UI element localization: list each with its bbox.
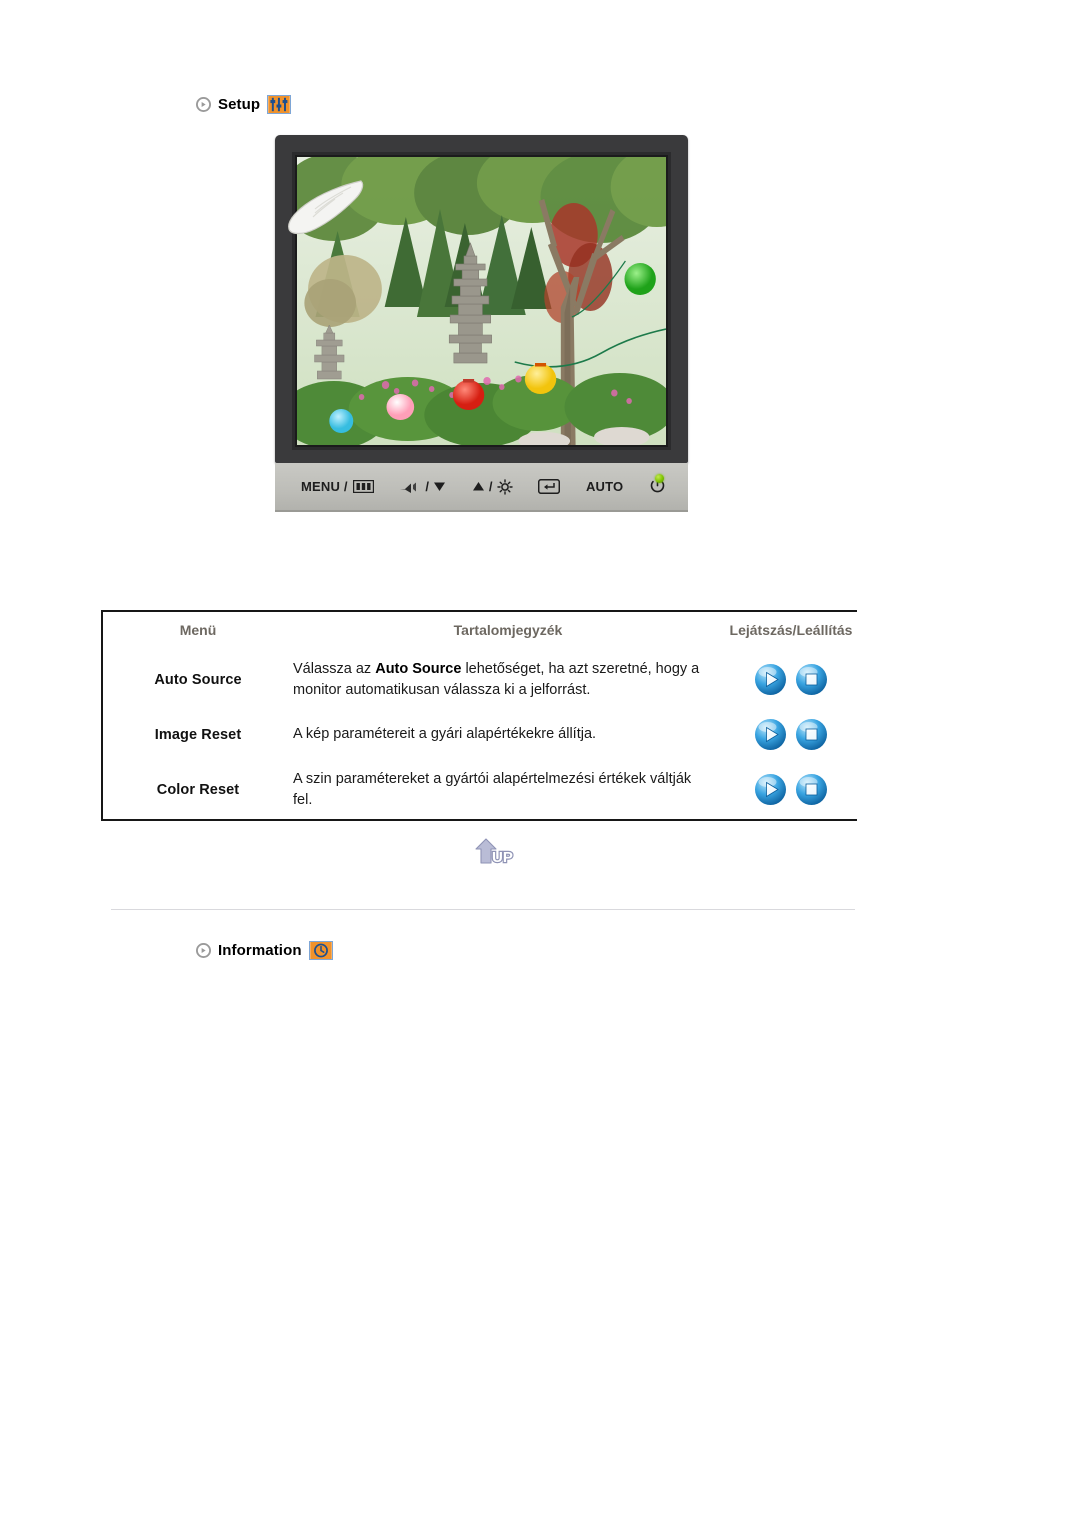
setup-section-heading: Setup xyxy=(196,95,292,114)
information-title: Information xyxy=(218,942,302,959)
table-row: Auto Source Válassza az Auto Source lehe… xyxy=(103,650,859,710)
row-actions-color-reset xyxy=(723,760,859,820)
stop-button[interactable] xyxy=(795,663,828,696)
setup-title: Setup xyxy=(218,96,261,113)
row-actions-image-reset xyxy=(723,709,859,761)
column-header-play-stop: Lejátszás/Leállítás xyxy=(723,612,859,650)
play-button[interactable] xyxy=(754,663,787,696)
garden-photo xyxy=(297,157,666,445)
menu-osd-icon xyxy=(352,480,374,493)
circle-arrow-bullet-icon xyxy=(196,943,211,958)
row-description-color-reset: A szin paramétereket a gyártói alapértel… xyxy=(293,760,723,820)
row-actions-auto-source xyxy=(723,650,859,710)
information-section-heading: Information xyxy=(196,941,333,960)
auto-button[interactable]: AUTO xyxy=(586,479,623,494)
play-button[interactable] xyxy=(754,773,787,806)
power-led xyxy=(655,474,664,483)
setup-options-table: Menü Tartalomjegyzék Lejátszás/Leállítás… xyxy=(101,610,859,822)
setup-sliders-icon xyxy=(267,95,292,114)
circle-arrow-bullet-icon xyxy=(196,97,211,112)
brightness-up-button[interactable]: / xyxy=(472,478,513,495)
information-clock-icon xyxy=(308,941,333,960)
row-label-color-reset: Color Reset xyxy=(103,760,293,820)
desc-pre: Válassza az xyxy=(293,661,376,677)
row-label-auto-source: Auto Source xyxy=(103,650,293,710)
table-header-row: Menü Tartalomjegyzék Lejátszás/Leállítás xyxy=(103,612,859,650)
table-row: Image Reset A kép paramétereit a gyári a… xyxy=(103,709,859,761)
enter-source-button[interactable] xyxy=(538,479,561,494)
up-arrow-icon xyxy=(472,482,484,491)
play-button[interactable] xyxy=(754,718,787,751)
desc-bold: Auto Source xyxy=(375,661,462,677)
volume-down-button[interactable]: / xyxy=(399,479,446,494)
row-description-auto-source: Válassza az Auto Source lehetőséget, ha … xyxy=(293,650,723,710)
monitor-illustration: MENU ▤ ◣/▼ ▲/☼ ⏎ AUTO ⏻ ▪ MENU / / xyxy=(275,135,688,512)
column-header-contents: Tartalomjegyzék xyxy=(293,612,723,650)
column-header-menu: Menü xyxy=(103,612,293,650)
section-divider xyxy=(111,909,855,910)
monitor-inner-frame xyxy=(292,152,671,450)
enter-source-icon xyxy=(538,479,561,494)
brightness-up-icon xyxy=(496,478,513,495)
row-label-image-reset: Image Reset xyxy=(103,709,293,761)
monitor-control-bar: MENU / / / AUTO xyxy=(275,463,688,512)
stop-button[interactable] xyxy=(795,718,828,751)
down-arrow-icon xyxy=(434,482,446,491)
stop-button[interactable] xyxy=(795,773,828,806)
menu-button[interactable]: MENU / xyxy=(301,479,374,494)
table-row: Color Reset A szin paramétereket a gyárt… xyxy=(103,760,859,820)
up-button-label: UP xyxy=(492,849,513,866)
monitor-screen xyxy=(297,157,666,445)
volume-down-icon xyxy=(400,482,417,493)
row-description-image-reset: A kép paramétereit a gyári alapértékekre… xyxy=(293,709,723,761)
monitor-bezel: MENU ▤ ◣/▼ ▲/☼ ⏎ AUTO ⏻ ▪ xyxy=(275,135,688,508)
up-button[interactable]: UP xyxy=(460,836,518,870)
